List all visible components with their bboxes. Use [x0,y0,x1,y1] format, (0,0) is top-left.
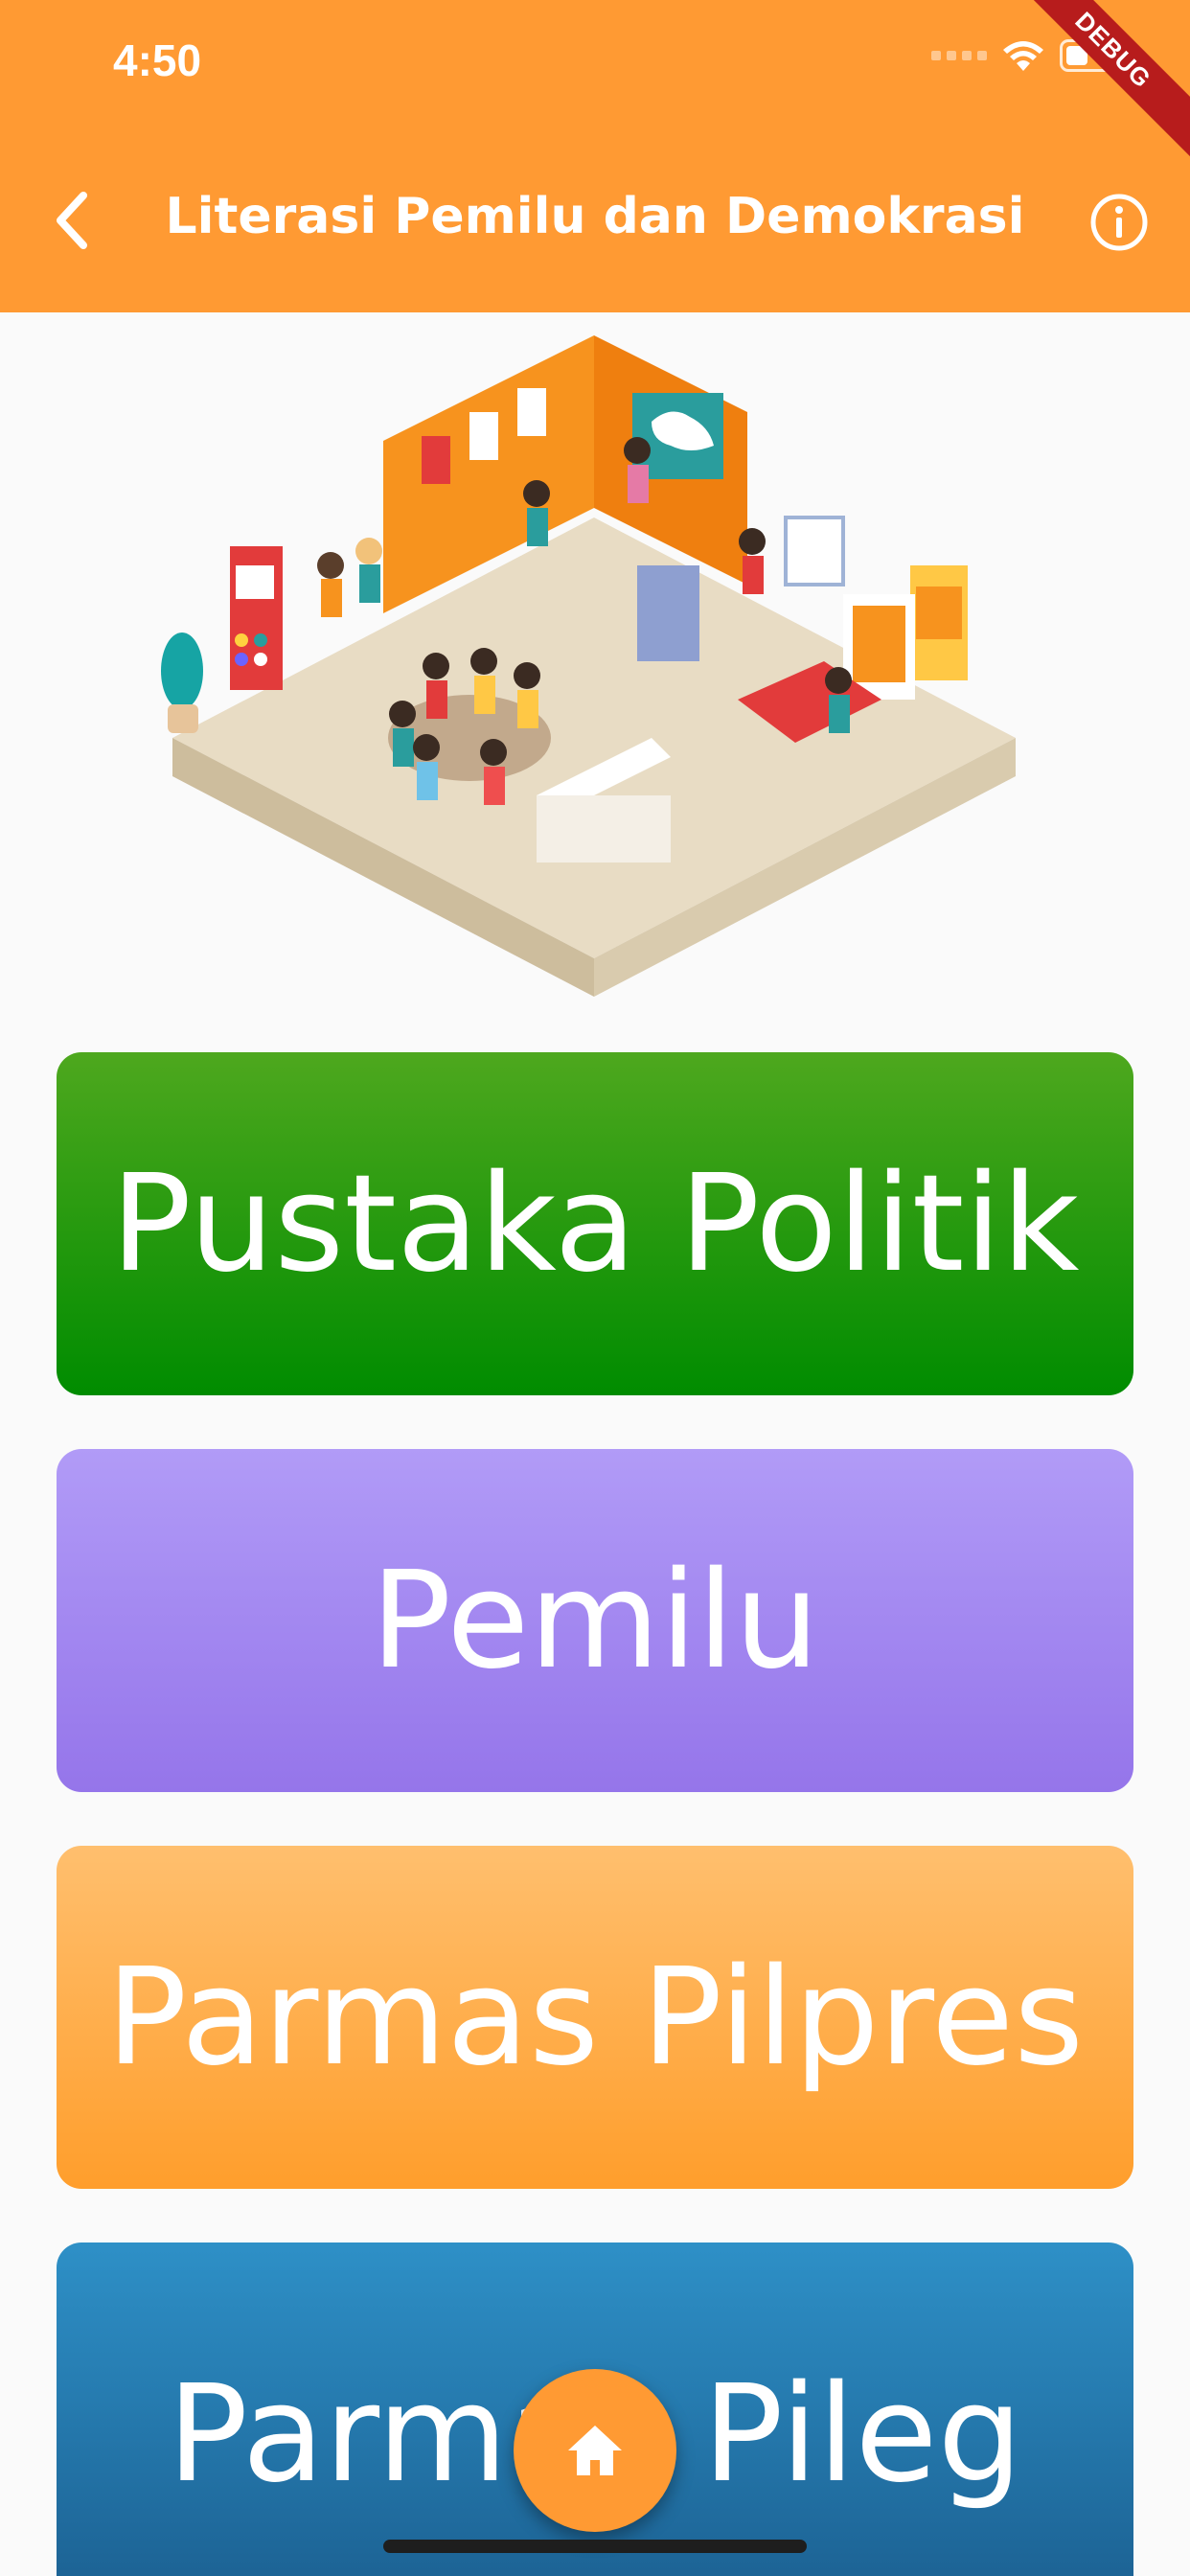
pemilu-button[interactable]: Pemilu [57,1449,1133,1792]
hero-illustration [161,335,1016,997]
back-button[interactable] [38,182,105,259]
home-icon [568,2426,622,2475]
wifi-icon [1003,41,1043,71]
pustaka-politik-button[interactable]: Pustaka Politik [57,1052,1133,1395]
app-bar: 4:50 DEBUG Literasi Pemilu dan Demokrasi [0,0,1190,312]
page-title: Literasi Pemilu dan Demokrasi [165,188,1025,245]
info-circle-icon [1090,194,1148,251]
debug-banner: DEBUG [996,0,1190,167]
parmas-pilpres-button[interactable]: Parmas Pilpres [57,1846,1133,2189]
home-fab-button[interactable] [514,2369,676,2532]
status-time: 4:50 [113,35,202,85]
chevron-left-icon [57,192,87,249]
home-indicator [383,2540,807,2553]
signal-icon [931,51,987,60]
info-button[interactable] [1085,188,1154,257]
